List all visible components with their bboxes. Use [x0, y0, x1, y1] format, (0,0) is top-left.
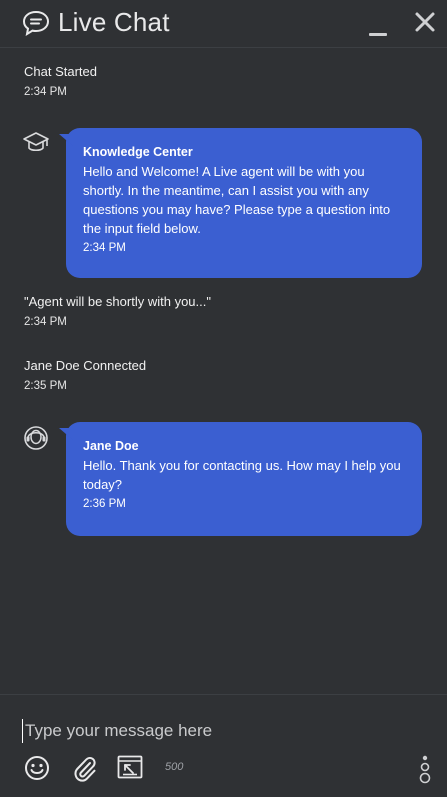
emoji-icon[interactable]: [24, 755, 50, 781]
message-text: Hello and Welcome! A Live agent will be …: [83, 164, 391, 236]
bot-message-bubble: Knowledge Center Hello and Welcome! A Li…: [59, 128, 422, 278]
system-message-agent-connected: Jane Doe Connected 2:35 PM: [24, 356, 146, 396]
message-time: 2:34 PM: [24, 316, 67, 328]
attachment-icon[interactable]: [72, 755, 98, 783]
message-time: 2:35 PM: [24, 380, 67, 392]
message-input[interactable]: [22, 719, 402, 743]
system-message-text: Jane Doe Connected: [24, 358, 147, 373]
minimize-button[interactable]: [369, 14, 389, 36]
message-composer: 500: [0, 694, 447, 797]
screenshot-icon[interactable]: [117, 755, 143, 779]
message-text: Hello. Thank you for contacting us. How …: [83, 458, 401, 492]
chat-header: Live Chat: [0, 0, 447, 48]
system-message-agent-wait: "Agent will be shortly with you..." 2:34…: [24, 292, 211, 332]
character-counter: 500: [165, 761, 184, 773]
minimize-icon: [369, 33, 387, 36]
system-message-chat-started: Chat Started 2:34 PM: [24, 62, 97, 102]
message-time: 2:34 PM: [24, 86, 67, 98]
agent-message-bubble: Jane Doe Hello. Thank you for contacting…: [59, 422, 422, 536]
agent-headset-icon: [24, 426, 48, 450]
window-title: Live Chat: [58, 7, 170, 37]
graduation-cap-icon: [23, 132, 49, 152]
settings-icon[interactable]: [414, 753, 436, 785]
system-message-text: "Agent will be shortly with you...": [24, 294, 211, 309]
message-time: 2:36 PM: [83, 498, 126, 510]
chat-bubble-icon: [22, 10, 50, 36]
message-time: 2:34 PM: [83, 242, 126, 254]
message-sender: Knowledge Center: [83, 145, 193, 159]
system-message-text: Chat Started: [24, 64, 97, 79]
close-icon[interactable]: [414, 11, 436, 33]
message-sender: Jane Doe: [83, 439, 139, 453]
